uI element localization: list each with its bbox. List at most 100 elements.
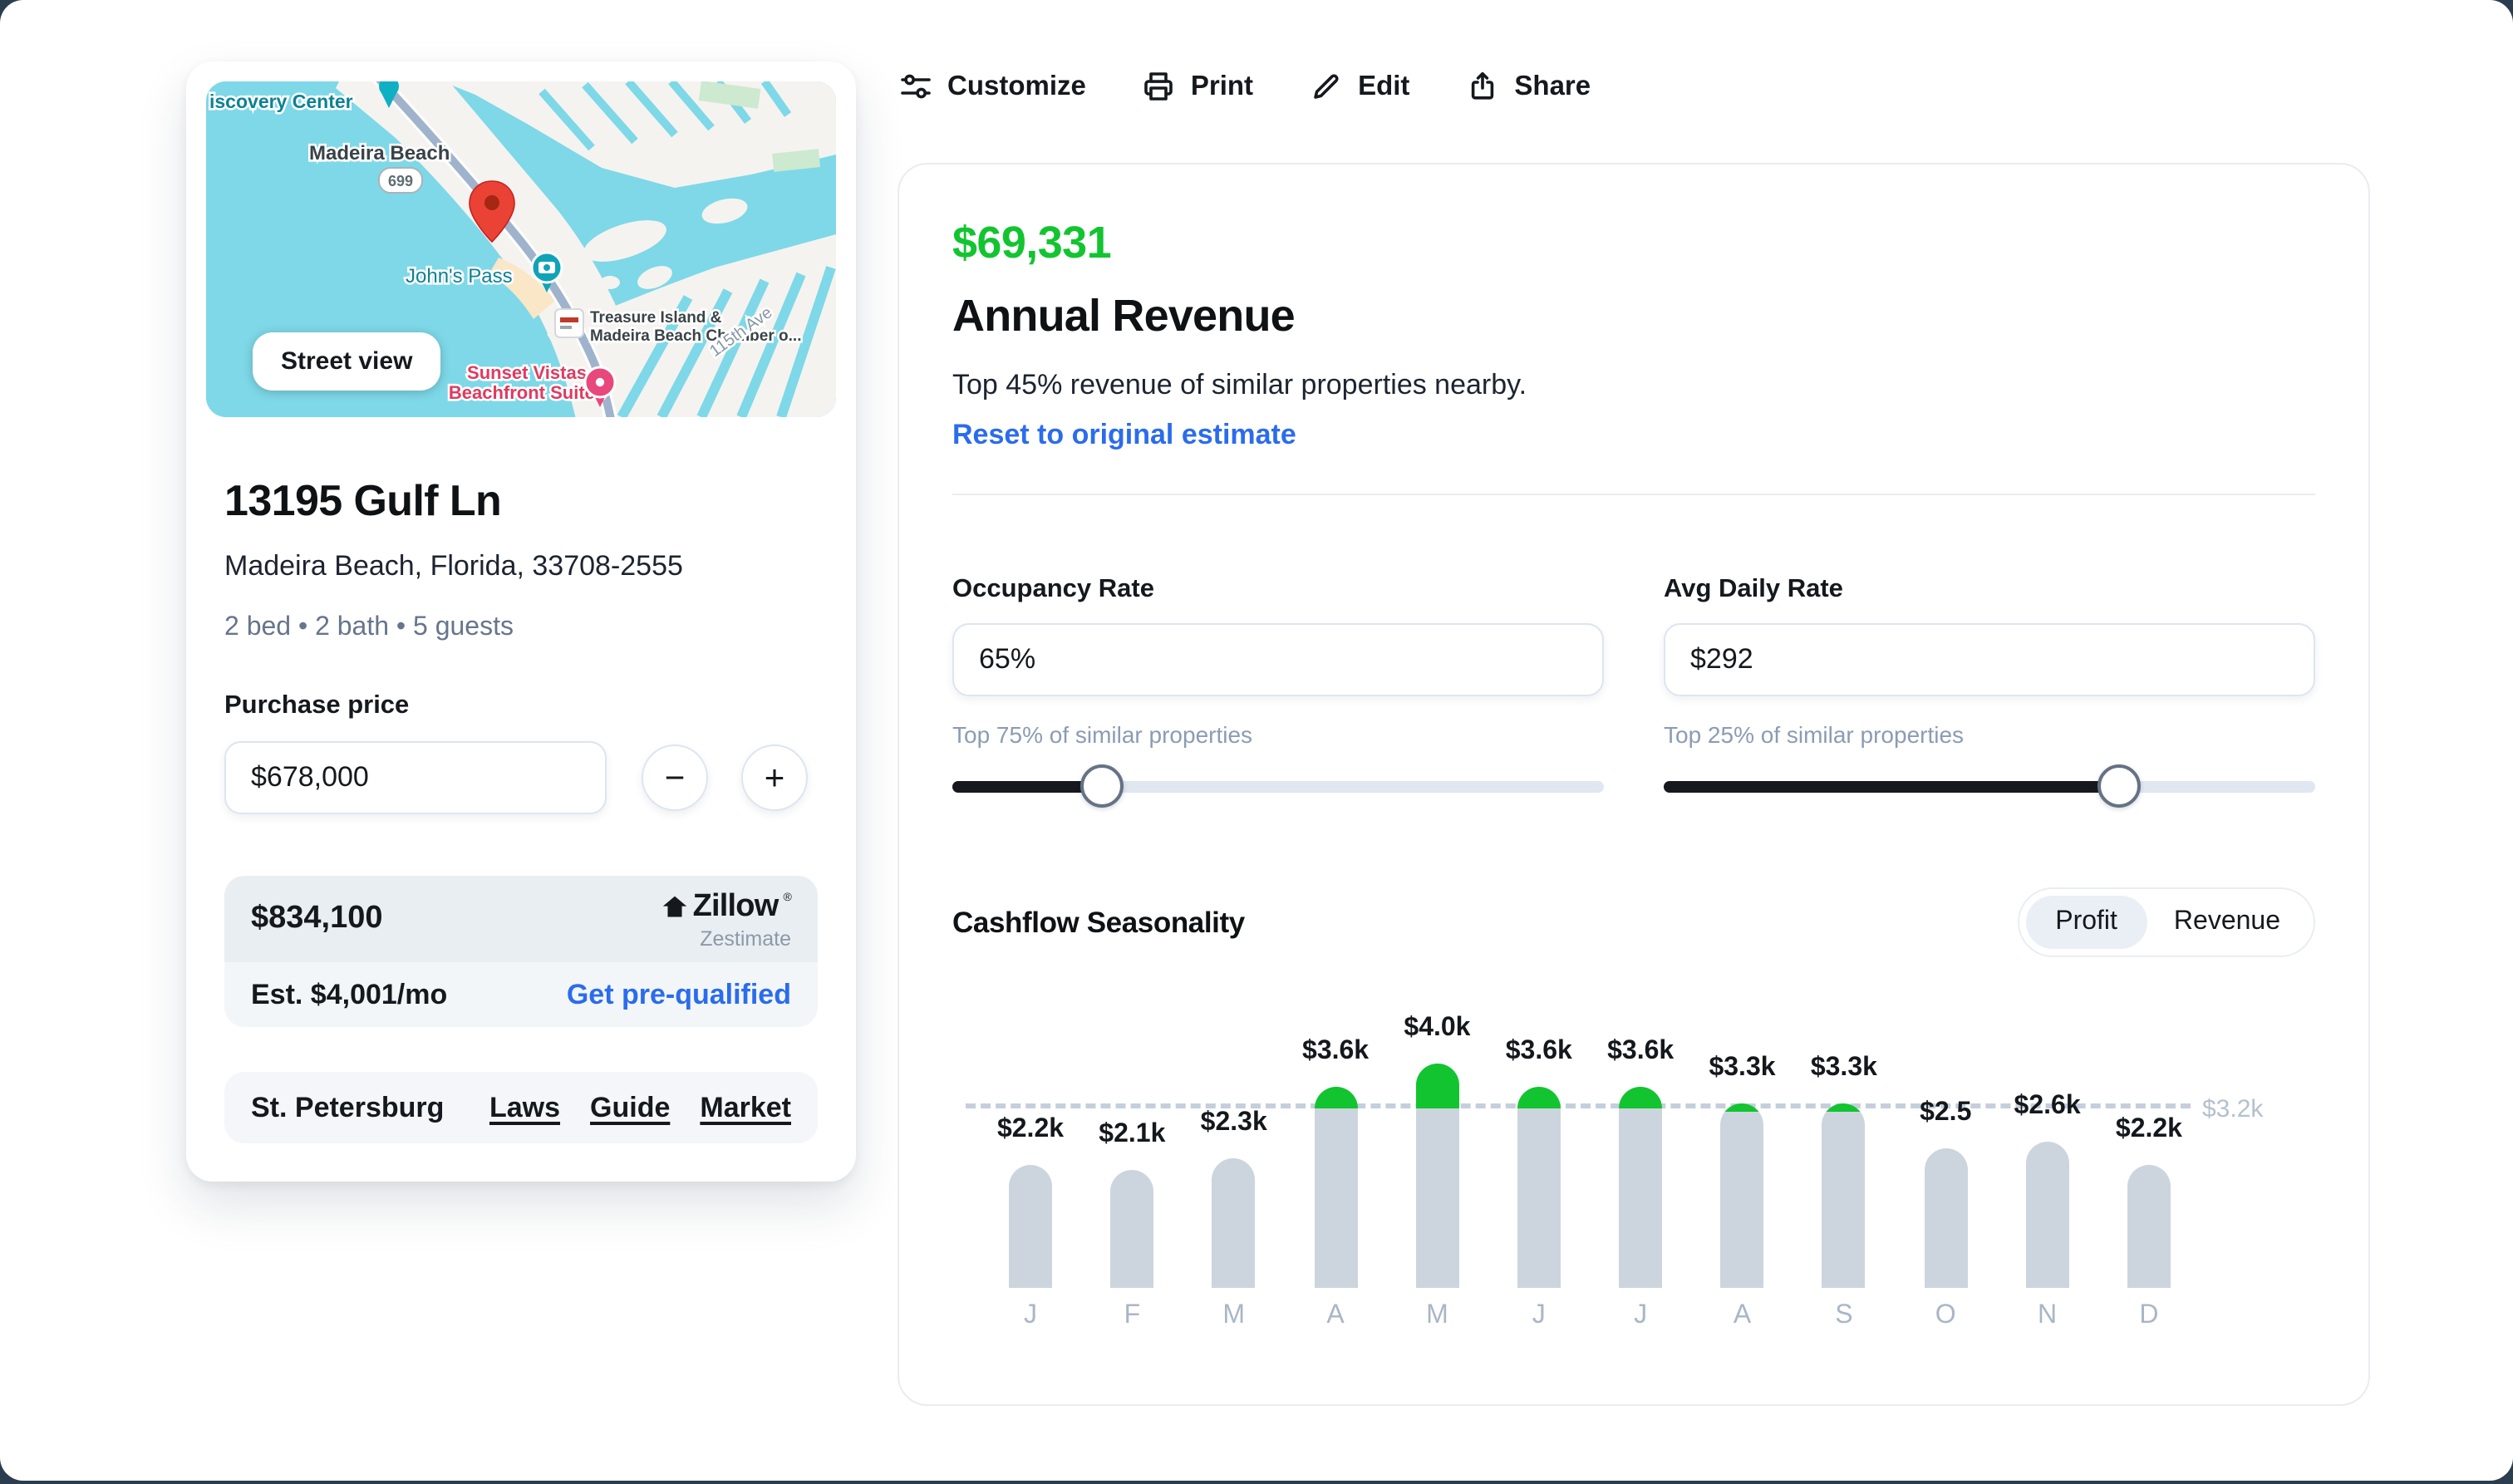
reference-line: [966, 1103, 2191, 1108]
print-icon: [1145, 72, 1173, 101]
seasonality-title: Cashflow Seasonality: [952, 905, 1245, 938]
zillow-wordmark: Zillow: [692, 888, 779, 923]
chart-month-label: A: [1733, 1301, 1752, 1329]
occupancy-rate-label: Occupancy Rate: [952, 575, 1154, 603]
occupancy-slider-thumb[interactable]: [1080, 764, 1124, 808]
chart-bar-A-3: [1314, 1086, 1358, 1288]
avg-daily-rate-label: Avg Daily Rate: [1664, 575, 1843, 603]
chart-month-label: O: [1935, 1301, 1956, 1329]
cashflow-chart: $3.2k $2.2k $2.1k $2.3k $3.6k $4.0k $3.6k $3.6k…: [952, 1005, 2315, 1338]
chart-bar-M-4: [1415, 1064, 1459, 1288]
get-prequalified-link[interactable]: Get pre-qualified: [567, 978, 791, 1011]
chart-bar-D-11: [2127, 1164, 2171, 1288]
market-link-market[interactable]: Market: [700, 1091, 791, 1124]
property-card: iscovery Center Madeira Beach 699 John's…: [186, 61, 856, 1182]
map-route-shield: 699: [378, 167, 423, 194]
zestimate-value: $834,100: [251, 901, 383, 936]
chart-bar-J-0: [1009, 1164, 1052, 1288]
share-button[interactable]: Share: [1466, 70, 1591, 103]
street-view-button[interactable]: Street view: [253, 332, 441, 391]
toolbar: Customize Print Edit Share: [899, 70, 1591, 103]
increase-price-button[interactable]: +: [741, 744, 808, 811]
occupancy-hint: Top 75% of similar properties: [952, 721, 1253, 748]
share-label: Share: [1514, 71, 1591, 101]
chart-month-label: J: [1532, 1301, 1546, 1329]
chart-bar-value-label: $2.5: [1920, 1098, 1972, 1127]
revenue-panel: $69,331 Annual Revenue Top 45% revenue o…: [898, 163, 2370, 1406]
purchase-price-input[interactable]: [224, 741, 607, 814]
adr-slider-thumb[interactable]: [2097, 764, 2142, 808]
customize-label: Customize: [947, 71, 1086, 101]
chart-bar-above-line-segment: [1822, 1103, 1866, 1112]
chart-plot: $3.2k $2.2k $2.1k $2.3k $3.6k $4.0k $3.6k $3.6k…: [952, 1005, 2319, 1288]
chart-bar-above-line-segment: [1415, 1064, 1459, 1108]
edit-label: Edit: [1358, 71, 1410, 101]
map[interactable]: iscovery Center Madeira Beach 699 John's…: [206, 81, 836, 417]
decrease-price-button[interactable]: −: [642, 744, 708, 811]
market-link-guide[interactable]: Guide: [590, 1091, 670, 1124]
map-label-chamber-1: Treasure Island &: [590, 309, 722, 327]
print-button[interactable]: Print: [1143, 70, 1253, 103]
chart-bar-S-8: [1822, 1103, 1866, 1288]
chart-month-label: J: [1024, 1301, 1037, 1329]
map-label-chamber-2: Madeira Beach Chamber o...: [590, 327, 801, 345]
chart-bar-value-label: $2.2k: [996, 1114, 1065, 1143]
occupancy-slider[interactable]: [952, 764, 1604, 808]
section-divider: [952, 494, 2315, 495]
map-label-sunset-2: Beachfront Suites: [449, 382, 605, 403]
chart-month-label: J: [1634, 1301, 1648, 1329]
zillow-house-icon: [662, 895, 686, 916]
chart-month-label: S: [1835, 1301, 1853, 1329]
market-link-laws[interactable]: Laws: [489, 1091, 560, 1124]
chart-month-label: M: [1426, 1301, 1448, 1329]
chart-bar-above-line-segment: [1314, 1086, 1358, 1108]
chart-month-label: F: [1124, 1301, 1141, 1329]
avg-daily-rate-input[interactable]: [1664, 623, 2315, 696]
profit-revenue-toggle: Profit Revenue: [2017, 887, 2315, 957]
address-title: 13195 Gulf Ln: [224, 475, 502, 525]
map-label-johns-pass: John's Pass: [406, 265, 513, 287]
share-icon: [1472, 71, 1494, 100]
customize-sliders-icon: [901, 74, 931, 99]
rate-fields: Occupancy Rate Top 75% of similar proper…: [952, 573, 2315, 808]
occupancy-slider-track[interactable]: [952, 780, 1604, 792]
zestimate-label: Zestimate: [700, 926, 791, 950]
chart-bar-value-label: $2.1k: [1099, 1120, 1166, 1149]
occupancy-rate-input[interactable]: [952, 623, 1604, 696]
purchase-price-label: Purchase price: [224, 691, 410, 720]
chart-bar-value-label: $4.0k: [1404, 1014, 1471, 1042]
occupancy-slider-fill: [952, 780, 1103, 792]
market-city: St. Petersburg: [251, 1091, 445, 1123]
chart-month-label: A: [1326, 1301, 1345, 1329]
svg-text:699: 699: [388, 173, 413, 189]
chart-bar-above-line-segment: [1517, 1086, 1561, 1108]
app-window: iscovery Center Madeira Beach 699 John's…: [0, 0, 2513, 1484]
adr-column: Avg Daily Rate Top 25% of similar proper…: [1664, 573, 2315, 808]
reset-estimate-link[interactable]: Reset to original estimate: [952, 417, 1296, 454]
toggle-profit[interactable]: Profit: [2025, 896, 2147, 949]
revenue-subtitle: Top 45% revenue of similar properties ne…: [952, 369, 1527, 400]
map-label-madeira: Madeira Beach: [309, 142, 450, 165]
chart-bar-M-2: [1212, 1158, 1256, 1288]
chart-bar-value-label: $3.3k: [1810, 1053, 1877, 1082]
seasonality-header: Cashflow Seasonality Profit Revenue: [952, 887, 2315, 957]
chart-bar-above-line-segment: [1720, 1103, 1764, 1112]
chart-bar-J-6: [1619, 1086, 1663, 1288]
chart-bar-A-7: [1720, 1103, 1764, 1288]
edit-button[interactable]: Edit: [1310, 70, 1409, 103]
customize-button[interactable]: Customize: [899, 70, 1086, 103]
zestimate-block: $834,100 Zillow ® Zestimate Est. $4,001/m…: [224, 876, 818, 1027]
chart-bar-F-1: [1110, 1170, 1154, 1288]
registered-mark: ®: [783, 892, 791, 903]
annual-revenue-amount: $69,331: [952, 218, 1112, 268]
adr-slider-fill: [1664, 780, 2120, 792]
market-bar: St. Petersburg Laws Guide Market: [224, 1072, 818, 1143]
property-specs: 2 bed • 2 bath • 5 guests: [224, 613, 514, 641]
adr-slider[interactable]: [1664, 764, 2315, 808]
chart-bar-value-label: $3.6k: [1607, 1036, 1675, 1064]
print-label: Print: [1190, 71, 1254, 101]
chart-months: JFMAMJJASOND: [952, 1301, 2319, 1338]
adr-slider-track[interactable]: [1664, 780, 2315, 792]
chart-bar-value-label: $3.6k: [1505, 1036, 1572, 1064]
toggle-revenue[interactable]: Revenue: [2147, 896, 2307, 949]
